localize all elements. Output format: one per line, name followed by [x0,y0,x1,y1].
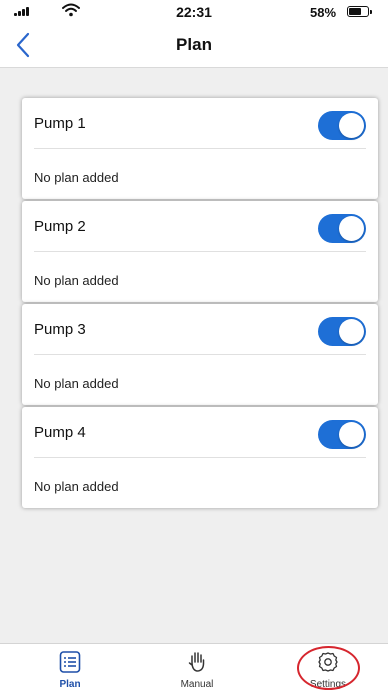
battery-percent: 58% [310,5,337,20]
pump-toggle[interactable] [318,111,366,140]
nav-bar: Plan [0,22,388,68]
tab-label: Manual [180,679,214,690]
tab-label: Plan [59,679,81,690]
pump-card-header: Pump 3 [22,304,378,354]
pump-toggle[interactable] [318,317,366,346]
plan-status-text: No plan added [34,376,119,391]
pump-toggle[interactable] [318,214,366,243]
pump-toggle[interactable] [318,420,366,449]
plan-status-text: No plan added [34,273,119,288]
divider [34,251,366,252]
hand-icon [188,652,205,672]
divider [34,354,366,355]
list-icon [59,651,81,673]
pump-card-3: Pump 3 No plan added [22,304,378,405]
pump-card-header: Pump 2 [22,201,378,251]
pump-card-header: Pump 4 [22,407,378,457]
pump-name: Pump 3 [34,321,86,338]
page-title: Plan [176,35,212,54]
plan-status-text: No plan added [34,479,119,494]
pump-card-1: Pump 1 No plan added [22,98,378,199]
pump-card-header: Pump 1 [22,98,378,148]
battery-icon [347,6,372,17]
pump-name: Pump 1 [34,115,86,132]
tab-manual[interactable]: Manual [157,648,237,694]
pump-name: Pump 2 [34,218,86,235]
plan-status-text: No plan added [34,170,119,185]
pump-card-4: Pump 4 No plan added [22,407,378,508]
pump-name: Pump 4 [34,424,86,441]
app-screen: 22:31 58% Plan Pump 1 No plan added Pump… [0,0,388,695]
settings-highlight-annotation [297,646,360,690]
pump-card-2: Pump 2 No plan added [22,201,378,302]
divider [34,457,366,458]
status-bar: 22:31 58% [0,0,388,22]
divider [34,148,366,149]
tab-plan[interactable]: Plan [30,648,110,694]
